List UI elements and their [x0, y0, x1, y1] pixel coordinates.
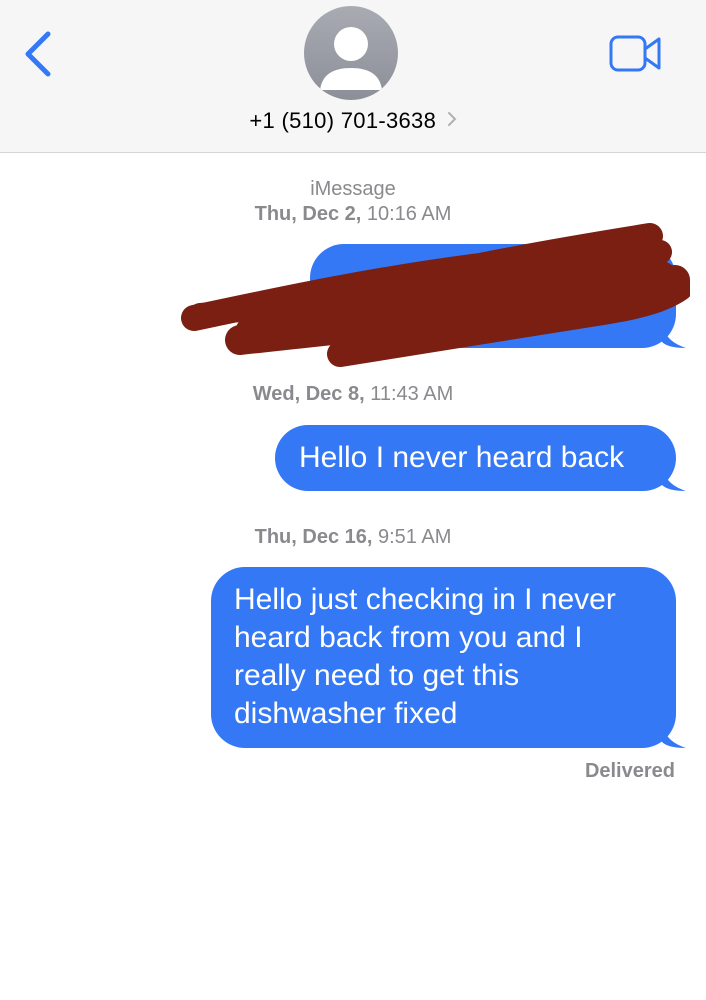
- video-camera-icon: [609, 35, 661, 72]
- service-label: iMessage: [310, 178, 396, 200]
- chevron-left-icon: [25, 31, 51, 77]
- person-silhouette-icon: [320, 27, 382, 90]
- bubble-tail: [662, 469, 686, 491]
- contact-name: +1 (510) 701-3638: [249, 108, 437, 133]
- timestamp-time: 11:43 AM: [370, 383, 454, 405]
- timestamp-day: Wed, Dec 8,: [252, 383, 365, 405]
- contact-avatar[interactable]: [304, 6, 398, 100]
- bubble-tail: [662, 726, 686, 748]
- message-text: Hello just checking in I never heard bac…: [211, 567, 676, 748]
- timestamp-day: Thu, Dec 16,: [254, 526, 373, 548]
- timestamp: Thu, Dec 16, 9:51 AM: [0, 525, 706, 549]
- message-bubble-1[interactable]: Hello I never heard back: [275, 425, 686, 491]
- message-bubble-2[interactable]: Hello just checking in I never heard bac…: [211, 567, 686, 748]
- timestamp-time: 9:51 AM: [377, 526, 452, 548]
- delivery-status: Delivered: [584, 760, 675, 782]
- contact-info-button[interactable]: +1 (510) 701-3638: [0, 108, 706, 134]
- message-text: Hello I never heard back: [275, 425, 676, 491]
- conversation-header: +1 (510) 701-3638: [0, 0, 706, 153]
- facetime-video-button[interactable]: [606, 34, 664, 74]
- chevron-right-icon: [447, 112, 457, 126]
- back-button[interactable]: [18, 30, 62, 78]
- redaction-scribble: [181, 223, 690, 367]
- timestamp: Wed, Dec 8, 11:43 AM: [0, 382, 706, 406]
